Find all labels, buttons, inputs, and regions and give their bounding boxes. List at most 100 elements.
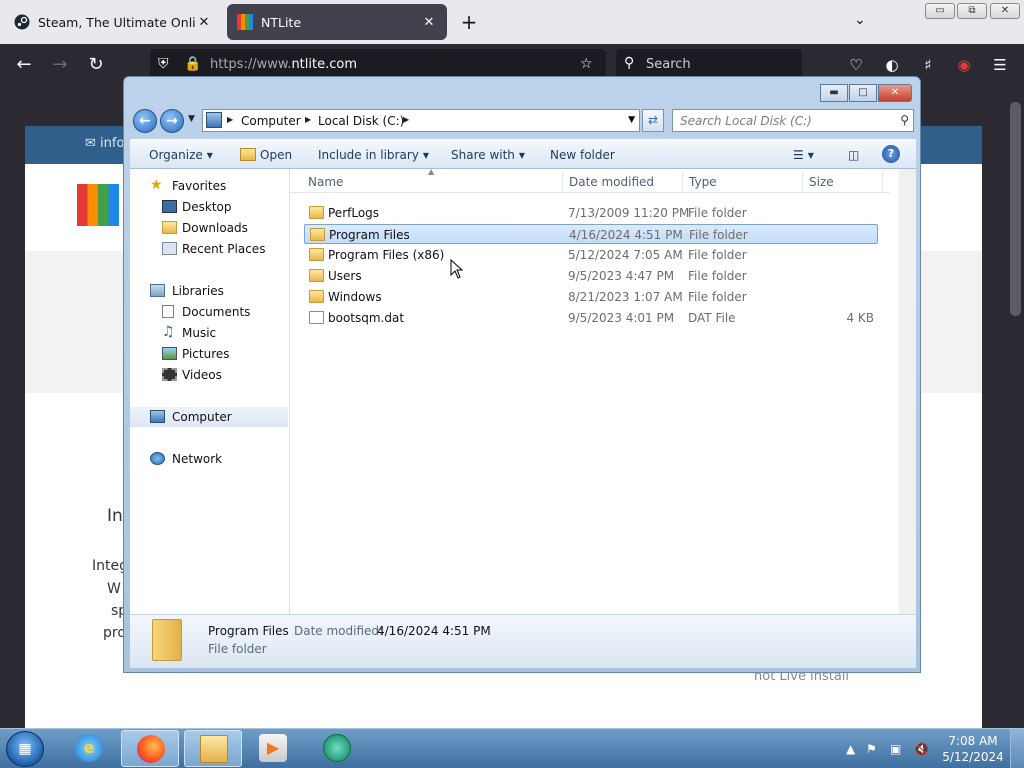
nav-label: Desktop	[182, 200, 232, 214]
app-icon	[323, 734, 351, 762]
ublock-icon[interactable]: ◉	[954, 56, 974, 74]
taskbar-app[interactable]	[308, 730, 366, 767]
organize-button[interactable]: Organize ▼	[149, 148, 213, 162]
restore-button[interactable]: ⧉	[957, 3, 987, 19]
tab-ntlite[interactable]: NTLite ✕	[227, 4, 447, 40]
pocket-icon[interactable]: ♡	[846, 56, 866, 74]
taskbar-explorer[interactable]	[184, 730, 242, 767]
computer-icon	[150, 410, 165, 423]
show-desktop-button[interactable]	[1010, 729, 1024, 768]
nav-music[interactable]: ♫ Music	[130, 323, 288, 343]
column-date-modified[interactable]: Date modified	[569, 175, 654, 189]
back-icon[interactable]: ←	[133, 109, 157, 133]
nav-network[interactable]: Network	[130, 449, 288, 469]
menu-icon[interactable]: ☰	[990, 56, 1010, 74]
network-tray-icon[interactable]: ▣	[890, 742, 901, 756]
star-icon: ★	[150, 177, 163, 193]
nav-documents[interactable]: Documents	[130, 302, 288, 322]
forward-icon[interactable]: →	[160, 109, 184, 133]
shield-icon[interactable]: ⛨	[158, 56, 169, 72]
taskbar-internet-explorer[interactable]: e	[60, 730, 118, 767]
system-clock[interactable]: 7:08 AM 5/12/2024	[940, 733, 1006, 765]
ntlite-logo[interactable]	[77, 184, 119, 226]
search-icon[interactable]: ⚲	[900, 113, 909, 127]
new-folder-button[interactable]: New folder	[550, 148, 615, 162]
refresh-button[interactable]: ⇄	[642, 109, 664, 132]
show-hidden-icons-icon[interactable]: ▲	[846, 742, 855, 756]
breadcrumb-local-disk[interactable]: Local Disk (C:)	[318, 114, 404, 128]
nav-computer[interactable]: Computer	[130, 407, 288, 427]
column-separator[interactable]	[562, 171, 563, 191]
column-size[interactable]: Size	[809, 175, 834, 189]
tab-steam[interactable]: Steam, The Ultimate Online Game Platform…	[4, 4, 222, 40]
breadcrumb-computer[interactable]: Computer	[241, 114, 301, 128]
explorer-close-button[interactable]: ✕	[878, 84, 912, 102]
address-bar[interactable]: ▶ Computer ▶ Local Disk (C:) ▶ ▼	[202, 109, 640, 132]
chevron-down-icon[interactable]: ▼	[628, 115, 635, 125]
mail-text: info	[100, 136, 125, 151]
nav-libraries[interactable]: Libraries	[130, 281, 288, 301]
minimize-button[interactable]: ▭	[925, 3, 955, 19]
tab-close-icon[interactable]: ✕	[421, 15, 437, 30]
preview-pane-icon[interactable]: ◫	[848, 148, 859, 162]
search-input[interactable]: Search Local Disk (C:) ⚲	[672, 109, 914, 132]
lock-icon[interactable]: 🔒	[184, 56, 201, 72]
network-icon	[150, 452, 165, 465]
forward-icon[interactable]: →	[48, 54, 72, 76]
nav-pictures[interactable]: Pictures	[130, 344, 288, 364]
steam-icon	[14, 14, 30, 30]
column-separator[interactable]	[682, 171, 683, 191]
column-name[interactable]: Name	[308, 175, 343, 189]
action-center-flag-icon[interactable]: ⚑	[866, 742, 877, 756]
list-all-tabs-icon[interactable]: ⌄	[854, 12, 866, 28]
nav-desktop[interactable]: Desktop	[130, 197, 288, 217]
taskbar-media-player[interactable]: ▶	[244, 730, 302, 767]
explorer-maximize-button[interactable]: □	[849, 84, 877, 102]
volume-muted-icon[interactable]: 🔇	[914, 742, 929, 756]
scroll-thumb[interactable]	[1010, 102, 1021, 316]
chevron-right-icon[interactable]: ▶	[305, 115, 311, 124]
taskbar-firefox[interactable]	[121, 730, 179, 767]
back-icon[interactable]: ←	[12, 54, 36, 76]
chevron-right-icon[interactable]: ▶	[227, 115, 233, 124]
share-with-button[interactable]: Share with ▼	[451, 148, 525, 162]
file-row-users[interactable]: Users 9/5/2023 4:47 PM File folder	[304, 266, 878, 286]
nav-downloads[interactable]: Downloads	[130, 218, 288, 238]
account-icon[interactable]: ◐	[882, 56, 902, 74]
url-text[interactable]: https://www.ntlite.com	[210, 57, 357, 72]
column-separator[interactable]	[882, 171, 883, 191]
view-options-button[interactable]: ☰ ▼	[793, 148, 814, 162]
mail-link[interactable]: ✉ info	[85, 136, 124, 151]
close-button[interactable]: ✕	[990, 3, 1020, 19]
nav-favorites[interactable]: ★ Favorites	[130, 176, 288, 196]
file-list-scrollbar[interactable]	[899, 169, 916, 614]
file-row-program-files[interactable]: Program Files 4/16/2024 4:51 PM File fol…	[304, 224, 878, 244]
help-icon[interactable]: ?	[882, 145, 900, 163]
nav-label: Documents	[182, 305, 251, 319]
include-in-library-button[interactable]: Include in library ▼	[318, 148, 429, 162]
page-scrollbar[interactable]	[1007, 86, 1024, 728]
reload-icon[interactable]: ↻	[84, 54, 108, 76]
file-row-program-files-x86[interactable]: Program Files (x86) 5/12/2024 7:05 AM Fi…	[304, 245, 878, 265]
nav-videos[interactable]: Videos	[130, 365, 288, 385]
open-button[interactable]: Open	[240, 148, 292, 162]
file-row-perflogs[interactable]: PerfLogs 7/13/2009 11:20 PM File folder	[304, 203, 878, 223]
new-tab-button[interactable]: +	[458, 10, 480, 34]
tab-close-icon[interactable]: ✕	[196, 15, 212, 30]
nav-label: Music	[182, 326, 217, 340]
folder-icon	[152, 619, 182, 661]
extensions-icon[interactable]: ♯	[918, 56, 938, 74]
bookmark-star-icon[interactable]: ☆	[580, 56, 593, 72]
nav-recent-places[interactable]: Recent Places	[130, 239, 288, 259]
file-row-windows[interactable]: Windows 8/21/2023 1:07 AM File folder	[304, 287, 878, 307]
folder-icon	[310, 228, 325, 241]
file-row-bootsqm[interactable]: bootsqm.dat 9/5/2023 4:01 PM DAT File 4 …	[304, 308, 878, 328]
recent-pages-icon[interactable]: ▼	[188, 114, 195, 124]
start-button[interactable]: ▦	[6, 731, 44, 767]
explorer-minimize-button[interactable]: ▬	[820, 84, 848, 102]
column-separator[interactable]	[802, 171, 803, 191]
column-type[interactable]: Type	[689, 175, 717, 189]
chevron-right-icon[interactable]: ▶	[403, 115, 409, 124]
taskbar: ▦ e ▶ ▲ ⚑ ▣ 🔇 7:08 AM 5/12/2024	[0, 728, 1024, 768]
libraries-icon	[150, 284, 165, 297]
